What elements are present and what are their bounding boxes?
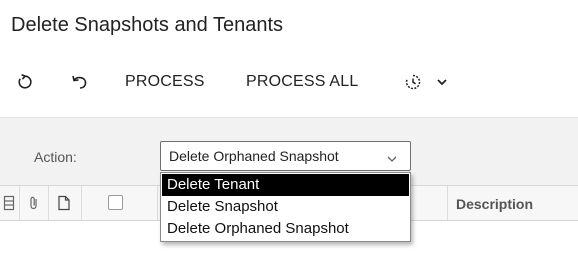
schedule-button[interactable]: [403, 62, 423, 102]
dropdown-option-delete-orphaned-snapshot[interactable]: Delete Orphaned Snapshot: [161, 218, 410, 240]
dropdown-option-delete-tenant[interactable]: Delete Tenant: [162, 174, 409, 196]
action-select-value: Delete Orphaned Snapshot: [169, 148, 339, 164]
chevron-down-icon: [386, 151, 398, 167]
undo-icon: [70, 73, 90, 91]
column-header-description[interactable]: Description: [456, 196, 533, 212]
column-separator: [157, 186, 158, 221]
refresh-button[interactable]: [16, 62, 34, 102]
process-label: PROCESS: [125, 73, 205, 90]
schema-icon[interactable]: [3, 195, 15, 216]
schedule-menu-button[interactable]: [436, 62, 448, 102]
column-separator: [19, 186, 20, 221]
column-separator: [81, 186, 82, 221]
action-dropdown-list: Delete Tenant Delete Snapshot Delete Orp…: [160, 172, 411, 242]
process-all-button[interactable]: PROCESS ALL: [246, 62, 358, 102]
refresh-icon: [16, 73, 34, 91]
action-label: Action:: [34, 149, 77, 165]
column-separator: [48, 186, 49, 221]
action-select[interactable]: Delete Orphaned Snapshot: [160, 141, 411, 171]
column-separator: [447, 186, 448, 221]
process-all-label: PROCESS ALL: [246, 73, 359, 90]
process-button[interactable]: PROCESS: [125, 62, 205, 102]
schedule-icon: [403, 72, 423, 92]
document-icon[interactable]: [57, 195, 71, 216]
attachment-icon[interactable]: [28, 195, 40, 216]
page-title: Delete Snapshots and Tenants: [11, 14, 284, 36]
dropdown-option-delete-snapshot[interactable]: Delete Snapshot: [161, 196, 410, 218]
toolbar: PROCESS PROCESS ALL: [0, 62, 578, 102]
chevron-down-icon: [436, 77, 448, 87]
undo-button[interactable]: [70, 62, 90, 102]
select-all-checkbox[interactable]: [108, 195, 123, 210]
